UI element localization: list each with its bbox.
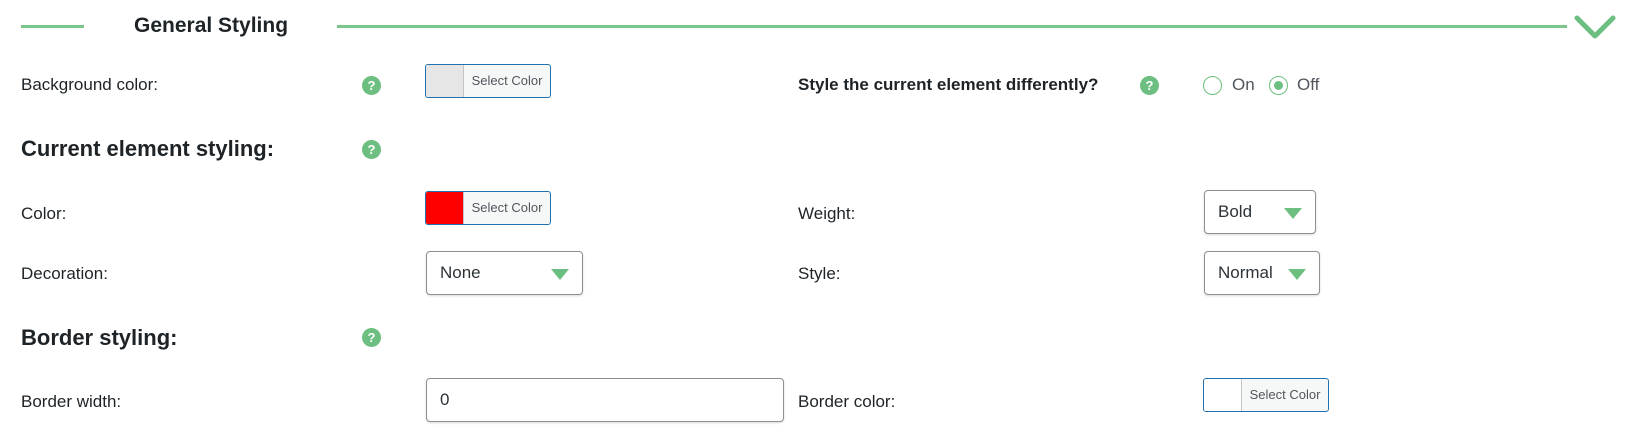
select-color-label: Select Color <box>471 200 543 215</box>
border-width-input[interactable] <box>426 378 784 422</box>
color-button[interactable]: Select Color <box>425 191 551 225</box>
background-color-swatch <box>426 65 464 97</box>
weight-label: Weight: <box>798 204 856 223</box>
style-select[interactable]: Normal <box>1204 251 1320 295</box>
help-icon[interactable]: ? <box>362 76 381 95</box>
help-icon[interactable]: ? <box>362 140 381 159</box>
border-styling-title: Border styling: <box>21 325 178 350</box>
radio-on-label[interactable]: On <box>1232 75 1255 95</box>
color-swatch <box>426 192 464 224</box>
current-element-styling-title: Current element styling: <box>21 136 275 161</box>
background-color-label: Background color: <box>21 75 159 94</box>
style-select-value: Normal <box>1218 263 1273 282</box>
dropdown-arrow-icon <box>1288 269 1306 280</box>
decoration-select-value: None <box>440 263 481 282</box>
decoration-label: Decoration: <box>21 264 108 283</box>
section-header-title: General Styling <box>134 14 289 37</box>
help-icon[interactable]: ? <box>362 328 381 347</box>
header-line-left <box>21 25 84 28</box>
dropdown-arrow-icon <box>551 269 569 280</box>
help-icon[interactable]: ? <box>1140 76 1159 95</box>
select-color-label: Select Color <box>1249 387 1321 402</box>
dropdown-arrow-icon <box>1284 208 1302 219</box>
radio-off-label[interactable]: Off <box>1297 75 1319 95</box>
style-current-label: Style the current element differently? <box>798 75 1099 94</box>
header-line-right <box>337 25 1567 28</box>
style-label: Style: <box>798 264 841 283</box>
radio-off[interactable] <box>1269 76 1288 95</box>
color-label: Color: <box>21 204 67 223</box>
select-color-label: Select Color <box>471 73 543 88</box>
border-width-label: Border width: <box>21 392 122 411</box>
decoration-select[interactable]: None <box>426 251 583 295</box>
chevron-down-icon[interactable] <box>1573 12 1617 42</box>
weight-select-value: Bold <box>1218 202 1253 221</box>
general-styling-panel: General Styling Background color: ? Sele… <box>0 0 1630 440</box>
radio-on[interactable] <box>1203 76 1222 95</box>
border-color-label: Border color: <box>798 392 896 411</box>
weight-select[interactable]: Bold <box>1204 190 1316 234</box>
border-color-button[interactable]: Select Color <box>1203 378 1329 412</box>
background-color-button[interactable]: Select Color <box>425 64 551 98</box>
border-color-swatch <box>1204 379 1242 411</box>
